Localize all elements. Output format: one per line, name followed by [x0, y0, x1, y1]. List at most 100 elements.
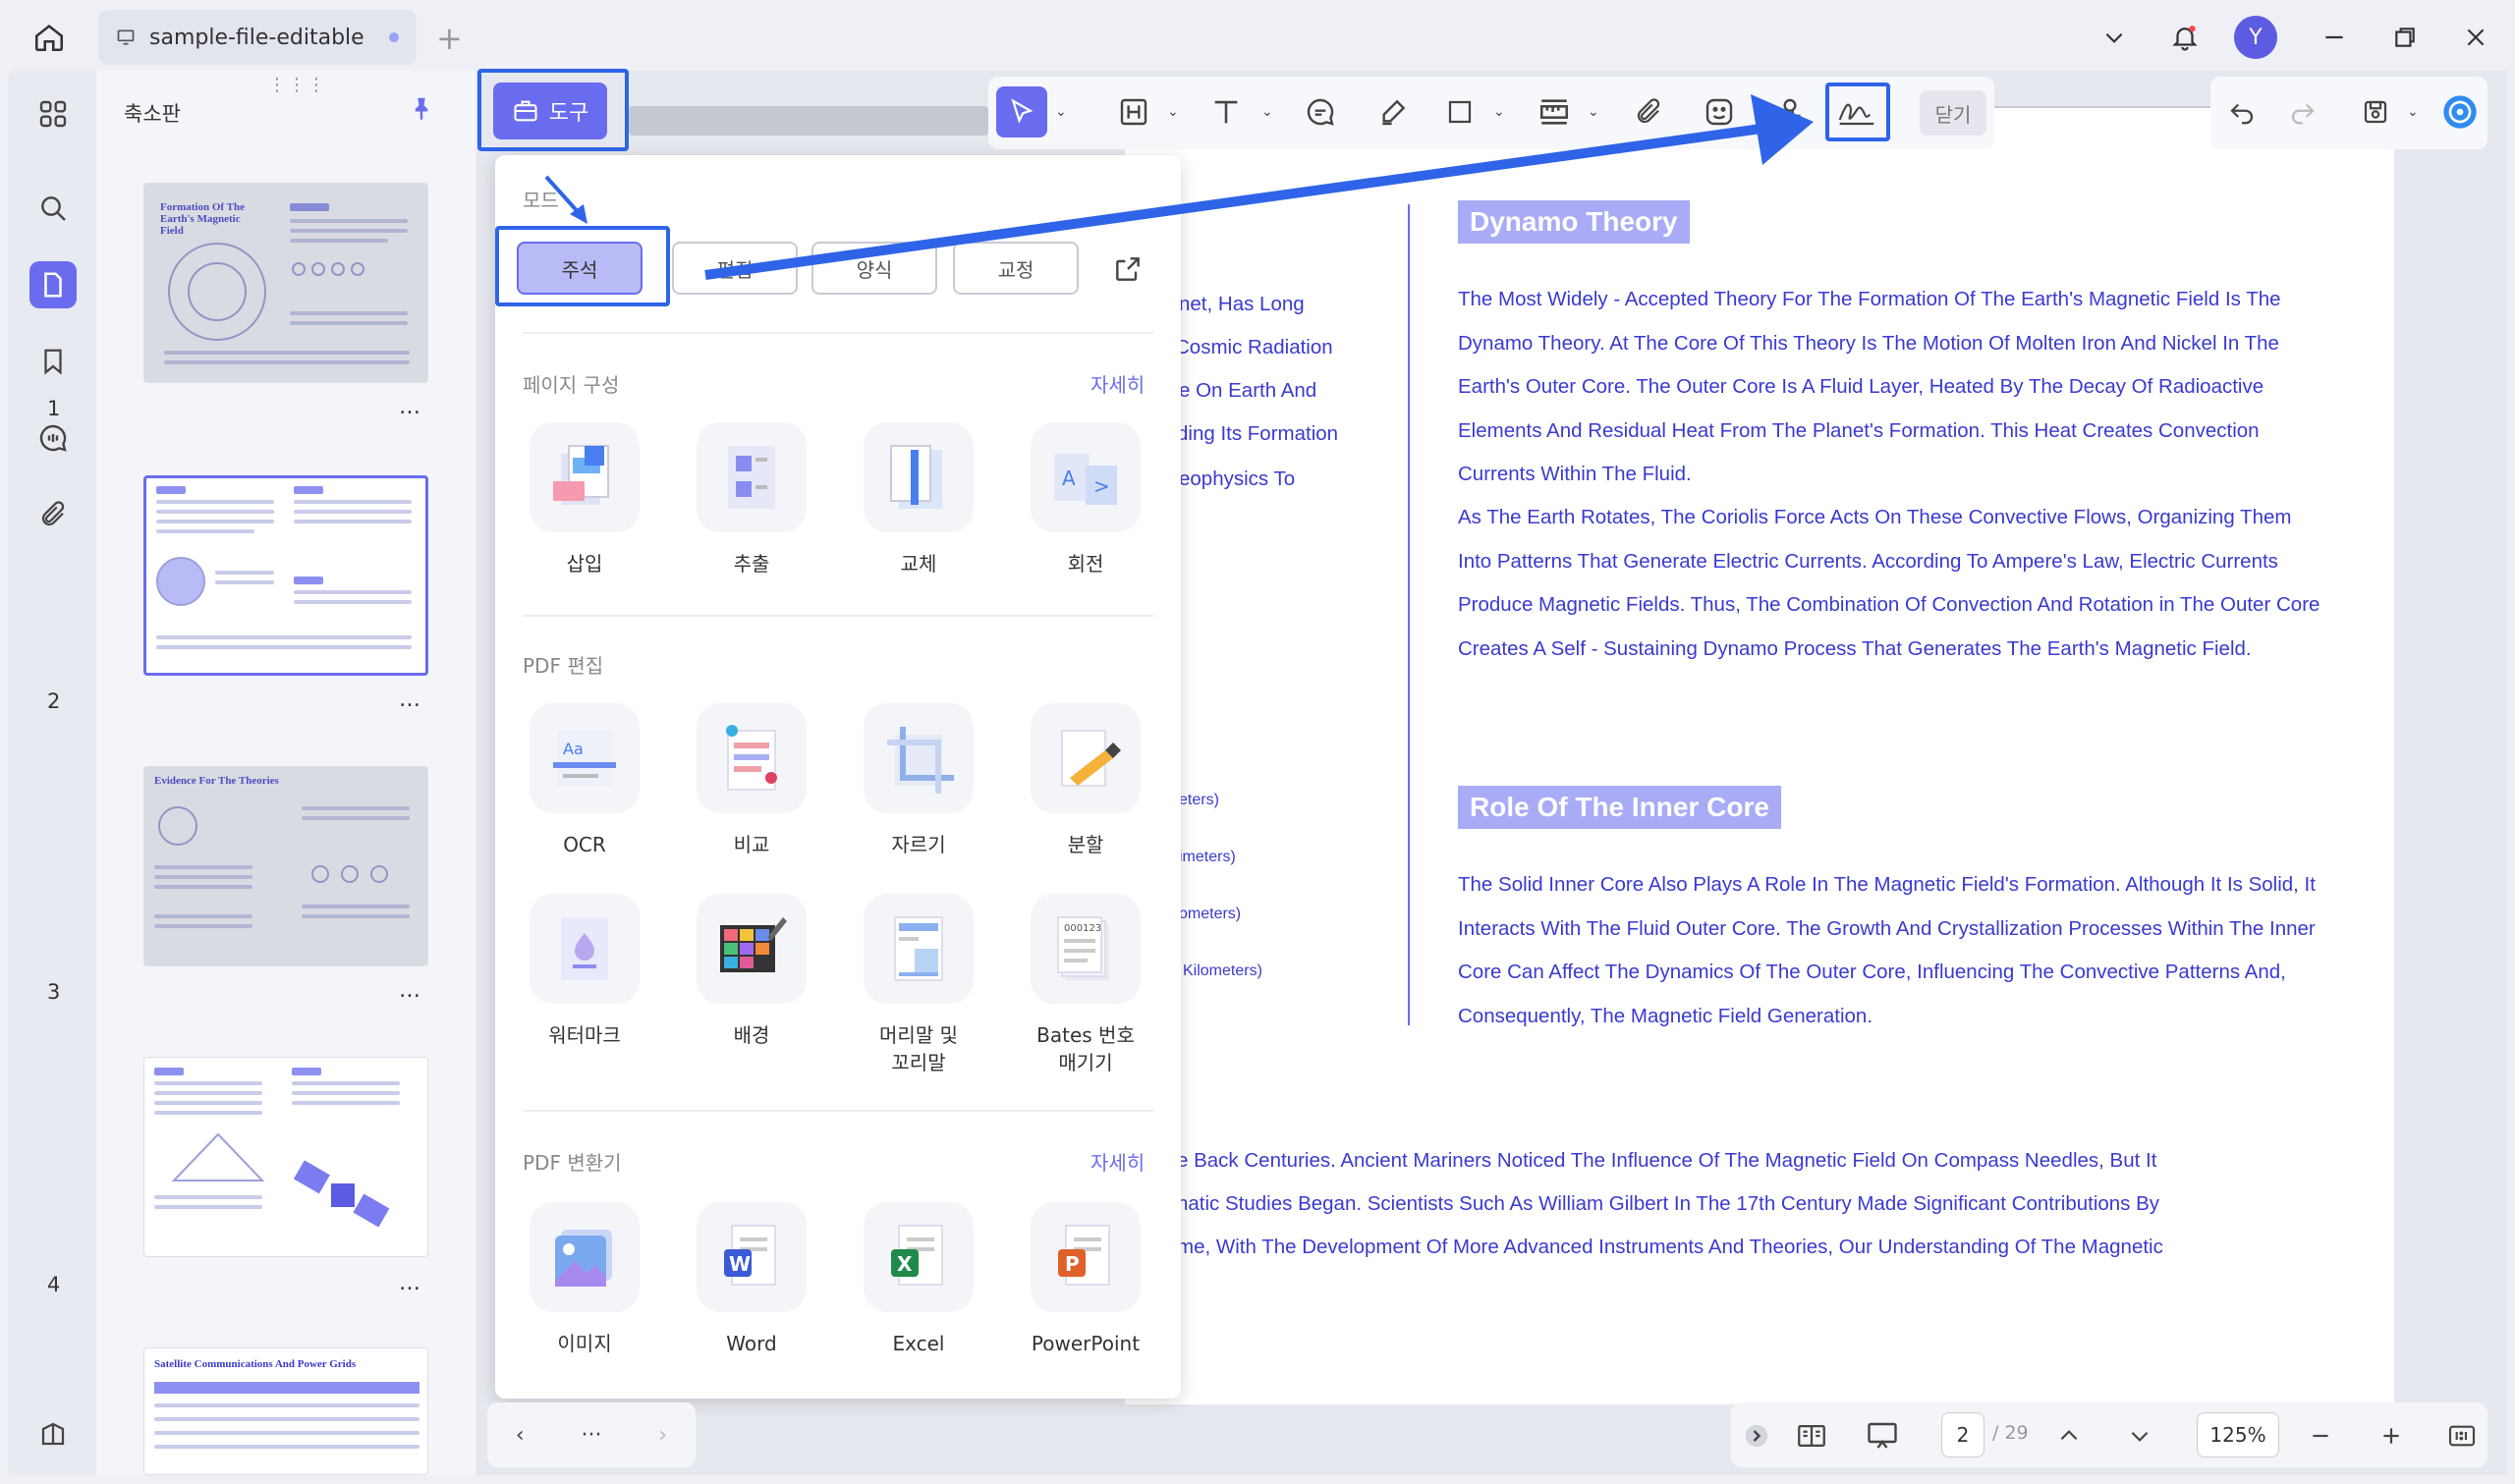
- page-more-button[interactable]: …: [399, 687, 421, 712]
- tools-button[interactable]: 도구: [493, 82, 607, 139]
- document-tab[interactable]: sample-file-editable: [98, 10, 417, 65]
- page-layout-icon[interactable]: [1790, 1414, 1833, 1457]
- close-window-icon[interactable]: [2452, 14, 2499, 61]
- section-page-more-link[interactable]: 자세히: [1090, 369, 1145, 398]
- left-rail: [8, 71, 96, 1475]
- background-item[interactable]: 배경: [678, 894, 825, 1049]
- comment-icon[interactable]: [29, 414, 77, 462]
- home-icon[interactable]: [28, 16, 71, 59]
- chevron-down-icon[interactable]: ⌄: [1055, 104, 1067, 120]
- bookmark-icon[interactable]: [29, 338, 77, 385]
- section-convert-more-link[interactable]: 자세히: [1090, 1147, 1145, 1176]
- save-icon[interactable]: [2350, 86, 2401, 137]
- ai-assistant-icon[interactable]: [2434, 86, 2486, 137]
- crop-item[interactable]: 자르기: [845, 703, 992, 858]
- mode-edit-button[interactable]: 편집: [672, 242, 798, 295]
- text-tool-icon[interactable]: [1201, 86, 1252, 137]
- pin-icon[interactable]: [407, 94, 436, 128]
- close-toolbar-button[interactable]: 닫기: [1920, 90, 1986, 136]
- rotate-item[interactable]: A > 회전: [1012, 422, 1159, 577]
- page-thumbnail-4[interactable]: [143, 1057, 428, 1257]
- chevron-down-icon[interactable]: ⌄: [1588, 104, 1599, 120]
- measure-tool-icon[interactable]: [1529, 86, 1580, 137]
- page-more-button[interactable]: …: [399, 978, 421, 1003]
- to-word-item[interactable]: W Word: [678, 1202, 825, 1357]
- mode-review-button[interactable]: 교정: [953, 242, 1079, 295]
- page-more-button[interactable]: …: [399, 1271, 421, 1295]
- page-number: 3: [47, 980, 61, 1004]
- chevron-down-icon[interactable]: ⌄: [1167, 104, 1179, 120]
- redo-icon[interactable]: [2277, 86, 2328, 137]
- apps-grid-icon[interactable]: [29, 90, 77, 137]
- page-number-input[interactable]: 2: [1941, 1412, 1984, 1457]
- chevron-up-icon[interactable]: [2047, 1414, 2091, 1457]
- mode-annotate-button[interactable]: 주석: [517, 242, 643, 295]
- tab-filename: sample-file-editable: [149, 25, 364, 50]
- theme-icon[interactable]: [29, 1410, 77, 1457]
- compare-item[interactable]: 비교: [678, 703, 825, 858]
- insert-item[interactable]: 삽입: [511, 422, 658, 577]
- ocr-item[interactable]: Aa OCR: [511, 703, 658, 858]
- page-number: 2: [47, 689, 61, 713]
- unsaved-dot: [389, 32, 399, 42]
- text-fragment: ding Its Formation: [1177, 422, 1339, 445]
- tools-label: 도구: [548, 101, 589, 126]
- section-edit-label: PDF 편집: [523, 654, 604, 678]
- add-tab-icon[interactable]: +: [436, 20, 463, 57]
- highlighter-icon[interactable]: [1368, 86, 1419, 137]
- actual-size-icon[interactable]: [2440, 1414, 2484, 1457]
- section-page-label: 페이지 구성: [523, 373, 620, 397]
- heading-tool-icon[interactable]: [1108, 86, 1159, 137]
- panel-grip[interactable]: ⋮⋮⋮: [268, 75, 327, 95]
- to-image-item[interactable]: 이미지: [511, 1202, 658, 1357]
- select-cursor-icon[interactable]: [996, 86, 1047, 137]
- page-thumbnail-1[interactable]: Formation Of The Earth's Magnetic Field: [143, 183, 428, 383]
- split-item[interactable]: 분할: [1012, 703, 1159, 858]
- divider: [523, 615, 1153, 617]
- search-icon[interactable]: [29, 185, 77, 232]
- divider: [523, 1110, 1153, 1112]
- chevron-down-icon[interactable]: [2118, 1414, 2161, 1457]
- presentation-icon[interactable]: [1861, 1414, 1904, 1457]
- undo-icon[interactable]: [2216, 86, 2267, 137]
- bell-icon[interactable]: [2161, 14, 2208, 61]
- page-thumbnail-3[interactable]: Evidence For The Theories: [143, 766, 428, 966]
- zoom-out-icon[interactable]: [2299, 1414, 2342, 1457]
- comment-tool-icon[interactable]: [1295, 86, 1346, 137]
- restore-icon[interactable]: [2381, 14, 2429, 61]
- minimize-icon[interactable]: [2311, 14, 2358, 61]
- page-thumbnail-2[interactable]: [143, 475, 428, 676]
- extract-item[interactable]: 추출: [678, 422, 825, 577]
- paragraph: The Solid Inner Core Also Plays A Role I…: [1458, 873, 2316, 1027]
- watermark-item[interactable]: 워터마크: [511, 894, 658, 1049]
- replace-item[interactable]: 교체: [845, 422, 992, 577]
- to-excel-item[interactable]: X Excel: [845, 1202, 992, 1357]
- zoom-level[interactable]: 125%: [2197, 1412, 2279, 1457]
- avatar[interactable]: Y: [2234, 16, 2277, 59]
- mode-form-button[interactable]: 양식: [811, 242, 937, 295]
- text-fragment: ometers): [1179, 906, 1242, 922]
- expand-arrow-icon[interactable]: [1735, 1414, 1778, 1457]
- page-thumbnail-5[interactable]: Satellite Communications And Power Grids: [143, 1347, 428, 1475]
- zoom-in-icon[interactable]: [2370, 1414, 2413, 1457]
- sticker-icon[interactable]: [1694, 86, 1745, 137]
- external-link-icon[interactable]: [1108, 249, 1147, 289]
- nav-more-button[interactable]: ···: [582, 1423, 602, 1448]
- chevron-down-icon[interactable]: ⌄: [1261, 104, 1273, 120]
- chevron-left-icon[interactable]: ‹: [516, 1423, 525, 1448]
- attachment-icon[interactable]: [29, 491, 77, 538]
- text-fragment: Cosmic Radiation: [1175, 336, 1333, 358]
- chevron-down-icon[interactable]: ⌄: [1493, 104, 1505, 120]
- page-number: 1: [47, 397, 61, 420]
- attachment-tool-icon[interactable]: [1623, 86, 1674, 137]
- page-more-button[interactable]: …: [399, 395, 421, 419]
- chevron-down-icon[interactable]: [2091, 14, 2138, 61]
- header-footer-item[interactable]: 머리말 및 꼬리말: [845, 894, 992, 1076]
- stamp-icon[interactable]: [1764, 86, 1816, 137]
- to-powerpoint-item[interactable]: P PowerPoint: [1012, 1202, 1159, 1357]
- rectangle-tool-icon[interactable]: [1434, 86, 1485, 137]
- chevron-right-icon[interactable]: ›: [658, 1423, 667, 1448]
- chevron-down-icon[interactable]: ⌄: [2407, 104, 2419, 120]
- thumbnails-icon[interactable]: [29, 261, 77, 308]
- bates-numbering-item[interactable]: 000123 Bates 번호 매기기: [1012, 894, 1159, 1076]
